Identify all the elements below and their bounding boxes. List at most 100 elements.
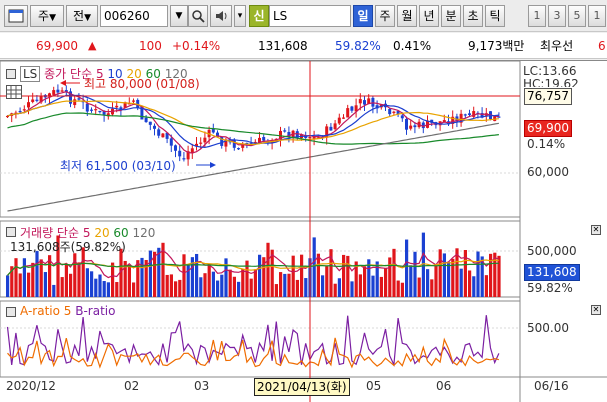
x-label-03: 03 [194, 379, 210, 393]
volume-bar [249, 278, 253, 297]
volume-bar [232, 276, 236, 297]
volume-info: 131,608주(59.82%) [10, 240, 126, 254]
volume-bar [266, 242, 270, 297]
panel-toggle-icon[interactable] [6, 307, 16, 317]
ratio-legend: A-ratio 5 B-ratio [20, 304, 115, 318]
volume-bar [476, 251, 480, 297]
current-price: 69,900 [36, 39, 78, 53]
volume-bar [169, 274, 173, 297]
stock-name-field[interactable]: LS [269, 5, 351, 27]
volume-bar [241, 269, 245, 297]
low-price-annotation: 최저 61,500 (03/10) [60, 159, 176, 173]
interval-button-10[interactable]: 1 [588, 5, 606, 27]
volume-bar [371, 275, 375, 297]
low-arrow-head-icon [210, 162, 216, 168]
volume-bar [174, 281, 178, 297]
period-tab-second[interactable]: 초 [463, 5, 483, 27]
period-tab-week[interactable]: 주 [375, 5, 395, 27]
volume-bar [98, 274, 102, 297]
volume-bar [73, 253, 77, 297]
market-select[interactable]: 주▼ [30, 5, 64, 27]
preferred-label: 최우선 [540, 39, 574, 53]
volume-bar [31, 262, 35, 297]
candle [178, 150, 182, 157]
volume-bar [6, 275, 10, 297]
volume-bar [434, 265, 438, 297]
volume-bar [216, 280, 220, 297]
candle [333, 123, 337, 130]
interval-button-3[interactable]: 3 [548, 5, 566, 27]
candle [199, 142, 203, 144]
volume-bar [430, 279, 434, 297]
volume-bar [220, 274, 224, 297]
candle [161, 133, 165, 138]
volume-bar [52, 284, 56, 297]
y-tick-price: 60,000 [527, 165, 569, 179]
current-volume-ratio: 59.82% [527, 281, 573, 293]
candle [157, 129, 161, 136]
period-tab-month[interactable]: 월 [397, 5, 417, 27]
candle [153, 125, 156, 129]
volume-bar [442, 253, 446, 297]
period-tab-tick[interactable]: 틱 [485, 5, 505, 27]
lc-label: LC:13.66 [523, 64, 577, 78]
panel-close-icon[interactable]: ✕ [591, 305, 601, 315]
candle [77, 98, 81, 100]
volume-bar [350, 281, 354, 297]
panel-toggle-icon[interactable] [6, 227, 16, 237]
candle [90, 109, 93, 111]
right-date-label: 06/16 [534, 379, 569, 393]
x-label-06: 06 [436, 379, 452, 393]
search-icon[interactable] [188, 5, 208, 27]
period-tab-year[interactable]: 년 [419, 5, 439, 27]
candle [85, 103, 89, 112]
volume-bar [182, 254, 186, 297]
panel-toggle-icon[interactable] [6, 69, 16, 79]
volume-bar [295, 279, 299, 297]
grid-toggle-icon[interactable] [6, 85, 22, 99]
volume-bar [274, 284, 278, 297]
volume-bar [165, 274, 169, 297]
code-dropdown-button[interactable]: ▼ [170, 5, 188, 27]
b-ratio-label: B-ratio [75, 304, 116, 318]
volume-bar [426, 269, 430, 297]
interval-button-1[interactable]: 1 [528, 5, 546, 27]
interval-button-5[interactable]: 5 [568, 5, 586, 27]
candle [94, 109, 98, 111]
volume-bar [472, 276, 476, 297]
stock-code-input[interactable]: 006260 [100, 5, 168, 27]
candle [392, 111, 396, 113]
candle [421, 122, 425, 129]
candle [31, 99, 35, 102]
speaker-icon[interactable] [210, 5, 232, 27]
volume-bar [375, 261, 379, 297]
panel-close-icon[interactable]: ✕ [591, 225, 601, 235]
volume-bar [459, 268, 463, 297]
period-tab-minute[interactable]: 분 [441, 5, 461, 27]
candle [203, 137, 207, 143]
turnover-rate: 0.41% [393, 39, 432, 53]
volume-bar [447, 261, 451, 297]
candle [27, 102, 30, 108]
candle [174, 145, 177, 151]
chart-area[interactable]: ✕ ✕ LS 종가 단순 5 10 20 60 120 최고 80,000 (0… [0, 60, 607, 402]
volume-bar [199, 277, 203, 297]
current-change-label: 0.14% [527, 137, 566, 151]
period-tab-day[interactable]: 일 [353, 5, 373, 27]
code-scope-button[interactable]: 전▼ [66, 5, 98, 27]
window-icon[interactable] [4, 5, 28, 27]
y-tick-ratio: 500.00 [527, 321, 569, 335]
candle [342, 117, 345, 119]
candle [169, 138, 173, 146]
volume-bar [363, 266, 367, 297]
candle [18, 110, 22, 113]
volume-bar [90, 271, 94, 297]
volume-bar [157, 247, 161, 297]
dropdown-icon[interactable]: ▾ [234, 5, 246, 27]
shin-button[interactable]: 신 [249, 5, 269, 27]
candle [405, 118, 408, 130]
high-price-annotation: 최고 80,000 (01/08) [84, 77, 200, 91]
current-price-tag: 69,900 [524, 120, 572, 137]
candle [132, 100, 135, 102]
volume-bar [409, 265, 413, 297]
